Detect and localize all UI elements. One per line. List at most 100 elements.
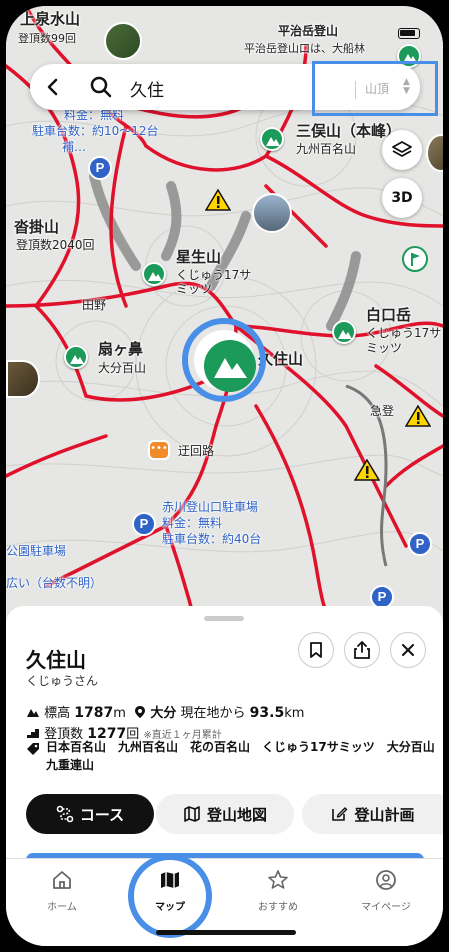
sort-arrows-icon: ▲ ▼ [403, 77, 410, 96]
trailhead-flag-icon[interactable] [402, 246, 428, 272]
map-label-ogi-tag: 大分百山 [98, 361, 147, 375]
map-label-akagawa-capacity: 駐車台数：約40台 [162, 532, 262, 546]
map-icon [184, 806, 200, 822]
map-view[interactable]: 上泉水山 登頂数99回 平治岳登山 平治岳登山口は、大船林 料金：無料 駐車台数… [6, 6, 443, 626]
map-label-park-left: 公園駐車場 [6, 544, 67, 558]
home-indicator[interactable] [156, 930, 296, 935]
map-label-shirakuchi-tag2: ミッツ [366, 341, 403, 355]
phone-frame: 上泉水山 登頂数99回 平治岳登山 平治岳登山口は、大船林 料金：無料 駐車台数… [0, 0, 449, 952]
3d-toggle-button[interactable]: 3D [382, 178, 422, 218]
status-location-count: 登頂数99回 [18, 32, 76, 45]
map-label-sanmata: 三俣山（本峰） [296, 122, 402, 140]
peak-stats-row: 標高 1787m 大分 現在地から 93.5km [26, 702, 304, 721]
tab-map-highlight-ring [128, 854, 212, 938]
course-button[interactable]: コース [26, 794, 154, 834]
tab-mypage[interactable]: マイページ [346, 869, 426, 913]
map-peak-marker-ogi[interactable] [64, 345, 88, 369]
share-button[interactable] [344, 632, 380, 668]
map-peak-marker-shirakuchi[interactable] [332, 320, 356, 344]
map-label-tahara: 田野 [82, 298, 107, 312]
warning-icon[interactable] [405, 405, 431, 427]
peak-title: 久住山 [26, 648, 86, 672]
tab-mypage-label: マイページ [361, 902, 411, 913]
map-parking-top-price: 料金：無料 [64, 108, 125, 122]
map-parking-top-capacity: 駐車台数：約10〜12台 [32, 124, 159, 138]
map-label-hoshou: 星生山 [176, 248, 222, 266]
tab-home-label: ホーム [47, 902, 77, 913]
status-location-name: 上泉水山 [20, 10, 81, 28]
map-peak-marker-sanmata[interactable] [260, 127, 284, 151]
tab-recommended[interactable]: おすすめ [238, 869, 318, 913]
mountain-icon [27, 709, 39, 717]
tab-recommended-label: おすすめ [258, 902, 298, 913]
map-label-kakeyama-count: 登頂数2040回 [16, 238, 95, 252]
map-label-note-top-right: 平治岳登山口は、大船林 [244, 42, 365, 55]
layers-icon [392, 141, 412, 157]
parking-marker[interactable]: P [132, 512, 156, 536]
warning-icon[interactable] [205, 189, 231, 211]
elevation-value: 1787 [74, 705, 114, 721]
map-label-peak-top-right: 平治岳登山 [278, 24, 339, 38]
climbing-plan-button[interactable]: 登山計画 [302, 794, 443, 834]
stairs-icon [27, 729, 39, 738]
elevation-label: 標高 [44, 706, 71, 721]
tag-icon [27, 743, 39, 755]
peak-detail-sheet: 久住山 くじゅうさん 標高 1787m 大分 現在地から 93.5km 登頂数 … [6, 606, 443, 867]
sheet-drag-handle[interactable] [204, 616, 244, 621]
map-label-kakeyama: 沓掛山 [14, 218, 60, 236]
mountain-icon [214, 358, 247, 378]
chevron-left-icon [47, 78, 58, 96]
map-photo-thumbnail[interactable] [6, 360, 40, 398]
back-button[interactable] [30, 64, 76, 110]
map-photo-thumbnail[interactable] [104, 22, 142, 60]
close-icon [402, 644, 414, 656]
map-label-ogi: 扇ヶ鼻 [98, 340, 144, 358]
route-icon [56, 805, 74, 823]
distance-unit: km [284, 706, 305, 721]
warning-icon[interactable] [354, 459, 380, 481]
layers-button[interactable] [382, 130, 422, 170]
selected-peak-marker[interactable] [182, 318, 266, 402]
map-label-hoshou-tag2: ミッツ [176, 282, 213, 296]
elevation-unit: m [113, 706, 126, 721]
bookmark-button[interactable] [298, 632, 334, 668]
search-input[interactable]: 久住 [130, 76, 164, 101]
map-label-akagawa-price: 料金：無料 [162, 516, 223, 530]
map-label-ukai: 迂回路 [178, 444, 215, 458]
parking-marker[interactable]: P [88, 156, 112, 180]
selected-peak-marker-ring [194, 330, 256, 392]
user-icon [376, 870, 396, 890]
map-label-kyuto: 急登 [370, 404, 395, 418]
search-icon [90, 76, 112, 98]
home-icon [53, 871, 71, 889]
summit-filter-dropdown[interactable]: 山頂 ▲ ▼ [312, 61, 438, 116]
parking-marker[interactable]: P [408, 532, 432, 556]
map-label-sanmata-tag: 九州百名山 [296, 142, 357, 156]
map-label-hoshou-tag1: くじゅう17サ [176, 268, 252, 282]
distance-label: 現在地から [180, 706, 246, 721]
bookmark-icon [310, 642, 322, 658]
detour-icon[interactable]: ••• [148, 440, 170, 460]
peak-tags: 日本百名山 九州百名山 花の百名山 くじゅう17サミッツ 大分百山 九重連山 [46, 740, 443, 772]
map-label-akagawa: 赤川登山口駐車場 [162, 500, 259, 514]
star-icon [268, 870, 288, 889]
share-icon [354, 641, 370, 659]
map-label-park-left2: 広い（台数不明） [6, 576, 103, 590]
status-location: 上泉水山 [20, 10, 81, 28]
close-button[interactable] [390, 632, 426, 668]
edit-icon [332, 807, 348, 821]
trail-map-button[interactable]: 登山地図 [156, 794, 294, 834]
selected-peak-marker-core [204, 340, 256, 392]
map-label-shirakuchi: 白口岳 [366, 306, 412, 324]
trail-map-button-label: 登山地図 [206, 805, 267, 824]
course-button-label: コース [79, 805, 125, 824]
tab-home[interactable]: ホーム [22, 869, 102, 913]
map-photo-thumbnail[interactable] [252, 193, 292, 233]
map-parking-top-more: 補… [62, 140, 87, 154]
status-battery-icon [398, 28, 420, 39]
map-label-shirakuchi-tag1: くじゅう17サ [366, 326, 442, 340]
app-screen: 上泉水山 登頂数99回 平治岳登山 平治岳登山口は、大船林 料金：無料 駐車台数… [6, 6, 443, 946]
map-peak-marker-hoshou[interactable] [142, 262, 166, 286]
peak-reading: くじゅうさん [26, 674, 99, 688]
filter-divider [355, 81, 356, 99]
